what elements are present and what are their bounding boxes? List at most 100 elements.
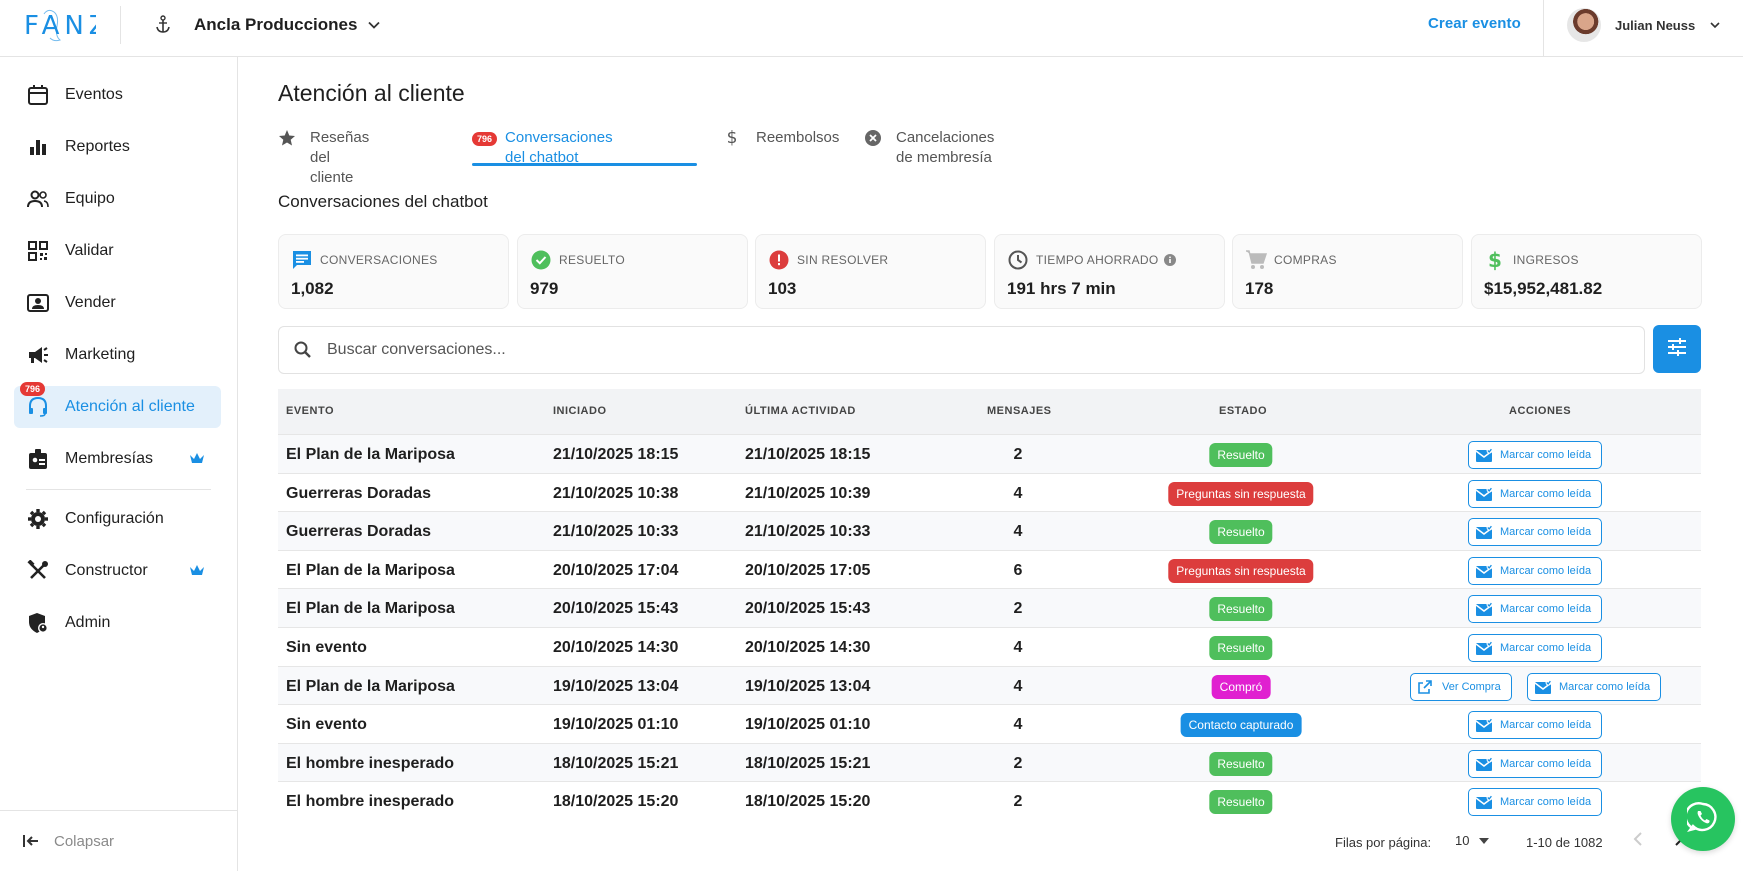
dollar-icon: $	[1488, 248, 1502, 272]
mark-as-read-button[interactable]: Marcar como leída	[1468, 479, 1603, 508]
collapse-label: Colapsar	[54, 832, 115, 850]
tab-label: Reembolsos	[756, 129, 840, 146]
search-input[interactable]	[327, 341, 1607, 359]
mark-as-read-button[interactable]: Marcar como leída	[1468, 556, 1603, 585]
table-row[interactable]: El Plan de la Mariposa 20/10/2025 15:43 20…	[278, 588, 1701, 627]
sidebar-item-label: Atención al cliente	[65, 398, 195, 415]
cell-ultima-actividad: 20/10/2025 14:30	[745, 638, 871, 656]
user-menu[interactable]: Julian Neuss	[1567, 8, 1721, 42]
stat-value: 1,082	[291, 279, 334, 298]
search-icon	[293, 340, 313, 360]
action-label: Marcar como leída	[1559, 680, 1651, 693]
sidebar-item-reportes[interactable]: Reportes	[14, 126, 221, 168]
sidebar-item-equipo[interactable]: Equipo	[14, 178, 221, 220]
column-header-iniciado[interactable]: INICIADO	[553, 405, 607, 417]
tab-badge: 796	[472, 132, 498, 146]
mark-as-read-button[interactable]: Marcar como leída	[1468, 749, 1603, 778]
mark-as-read-button[interactable]: Marcar como leída	[1468, 441, 1603, 469]
cell-evento: Guerreras Doradas	[286, 484, 431, 502]
external-link-icon	[1417, 678, 1435, 696]
table-row[interactable]: El hombre inesperado 18/10/2025 15:21 18/1…	[278, 742, 1701, 782]
sidebar-item-configuracion[interactable]: Configuración	[14, 498, 221, 540]
table-row[interactable]: Guerreras Doradas 21/10/2025 10:33 21/10/2…	[278, 511, 1701, 550]
bar-chart-icon	[26, 135, 50, 159]
fanz-logo[interactable]: FANZ	[24, 6, 96, 46]
cell-evento: Sin evento	[286, 716, 367, 734]
table-row[interactable]: Sin evento 19/10/2025 01:10 19/10/2025 01:…	[278, 704, 1701, 743]
mark-as-read-button[interactable]: Marcar como leída	[1468, 633, 1603, 662]
cell-mensajes: 2	[1013, 793, 1023, 811]
sidebar-item-validar[interactable]: Validar	[14, 230, 221, 272]
sidebar-item-admin[interactable]: Admin	[14, 602, 221, 644]
tab-conversaciones[interactable]: 796 Conversaciones del chatbot	[472, 128, 613, 166]
info-icon[interactable]	[1163, 254, 1176, 266]
tab-reembolsos[interactable]: $ Reembolsos	[722, 128, 840, 166]
cell-mensajes: 4	[1013, 484, 1023, 502]
alert-circle-icon	[768, 249, 790, 271]
column-header-ultima-actividad[interactable]: ÚLTIMA ACTIVIDAD	[745, 405, 856, 417]
cell-ultima-actividad: 21/10/2025 10:33	[745, 523, 871, 541]
sidebar-item-constructor[interactable]: Constructor	[14, 550, 221, 592]
table-header: EVENTO INICIADO ÚLTIMA ACTIVIDAD MENSAJE…	[278, 389, 1701, 434]
avatar	[1567, 8, 1601, 42]
status-badge: Contacto capturado	[1180, 713, 1302, 738]
sidebar-item-label: Admin	[65, 614, 111, 631]
column-header-estado[interactable]: ESTADO	[1219, 405, 1267, 417]
column-header-evento[interactable]: EVENTO	[286, 405, 334, 417]
stat-card-sin-resolver: SIN RESOLVER 103	[755, 234, 986, 309]
top-header: FANZ Ancla Producciones Crear evento Jul…	[0, 0, 1743, 57]
mark-read-mail-icon	[1475, 485, 1493, 503]
cell-evento: El hombre inesperado	[286, 754, 455, 772]
view-purchase-button[interactable]: Ver Compra	[1410, 672, 1512, 701]
stat-card-resuelto: RESUELTO 979	[517, 234, 748, 309]
create-event-button[interactable]: Crear evento	[1428, 15, 1521, 32]
mark-read-mail-icon	[1475, 600, 1493, 618]
sidebar-item-atencion[interactable]: 796 Atención al cliente	[14, 382, 221, 428]
table-row[interactable]: El hombre inesperado 18/10/2025 15:20 18/1…	[278, 781, 1701, 820]
cell-iniciado: 20/10/2025 17:04	[553, 561, 679, 579]
megaphone-icon	[26, 343, 50, 367]
mark-as-read-button[interactable]: Marcar como leída	[1468, 788, 1603, 817]
table-row[interactable]: Sin evento 20/10/2025 14:30 20/10/2025 14:…	[278, 626, 1701, 666]
whatsapp-button[interactable]	[1671, 787, 1735, 851]
mark-as-read-button[interactable]: Marcar como leída	[1468, 518, 1603, 547]
cell-mensajes: 2	[1013, 754, 1023, 772]
table-row[interactable]: El Plan de la Mariposa 20/10/2025 17:04 20…	[278, 549, 1701, 589]
cell-evento: El Plan de la Mariposa	[286, 600, 455, 618]
column-header-mensajes[interactable]: MENSAJES	[987, 405, 1052, 417]
table-row[interactable]: El Plan de la Mariposa 21/10/2025 18:15 21…	[278, 434, 1701, 473]
sidebar-item-marketing[interactable]: Marketing	[14, 334, 221, 376]
tab-resenas[interactable]: Reseñas del cliente	[278, 128, 371, 186]
table-row[interactable]: El Plan de la Mariposa 19/10/2025 13:04 19…	[278, 665, 1701, 705]
page-title: Atención al cliente	[278, 80, 465, 106]
tab-cancelaciones[interactable]: Cancelaciones de membresía	[864, 128, 996, 166]
table-row[interactable]: Guerreras Doradas 21/10/2025 10:38 21/10/2…	[278, 472, 1701, 512]
sidebar-item-label: Constructor	[65, 562, 148, 579]
tab-label: Conversaciones del chatbot	[505, 129, 613, 166]
cell-iniciado: 21/10/2025 10:38	[553, 484, 679, 502]
prev-page-button[interactable]	[1627, 830, 1649, 852]
crown-icon	[190, 565, 204, 575]
sidebar-item-membresias[interactable]: Membresías	[14, 438, 221, 480]
cell-iniciado: 19/10/2025 01:10	[553, 716, 679, 734]
collapse-sidebar-button[interactable]: Colapsar	[0, 810, 237, 871]
rows-per-page-select[interactable]: 10	[1455, 833, 1490, 848]
action-label: Marcar como leída	[1500, 526, 1592, 539]
sidebar-item-vender[interactable]: Vender	[14, 282, 221, 324]
mark-read-mail-icon	[1534, 678, 1552, 696]
contact-card-icon	[26, 291, 50, 315]
org-selector[interactable]: Ancla Producciones	[152, 12, 381, 38]
mark-as-read-button[interactable]: Marcar como leída	[1468, 711, 1603, 740]
mark-as-read-button[interactable]: Marcar como leída	[1527, 672, 1662, 701]
mark-read-mail-icon	[1475, 446, 1493, 464]
mark-read-mail-icon	[1475, 755, 1493, 773]
people-icon	[26, 187, 50, 211]
filter-button[interactable]	[1653, 325, 1701, 373]
cell-mensajes: 4	[1013, 677, 1023, 695]
pagination-range: 1-10 de 1082	[1526, 835, 1603, 850]
tab-label: Cancelaciones de membresía	[896, 129, 995, 166]
status-badge: Resuelto	[1209, 443, 1273, 467]
sidebar-item-eventos[interactable]: Eventos	[14, 74, 221, 116]
cell-iniciado: 18/10/2025 15:20	[553, 793, 679, 811]
mark-as-read-button[interactable]: Marcar como leída	[1468, 595, 1603, 624]
